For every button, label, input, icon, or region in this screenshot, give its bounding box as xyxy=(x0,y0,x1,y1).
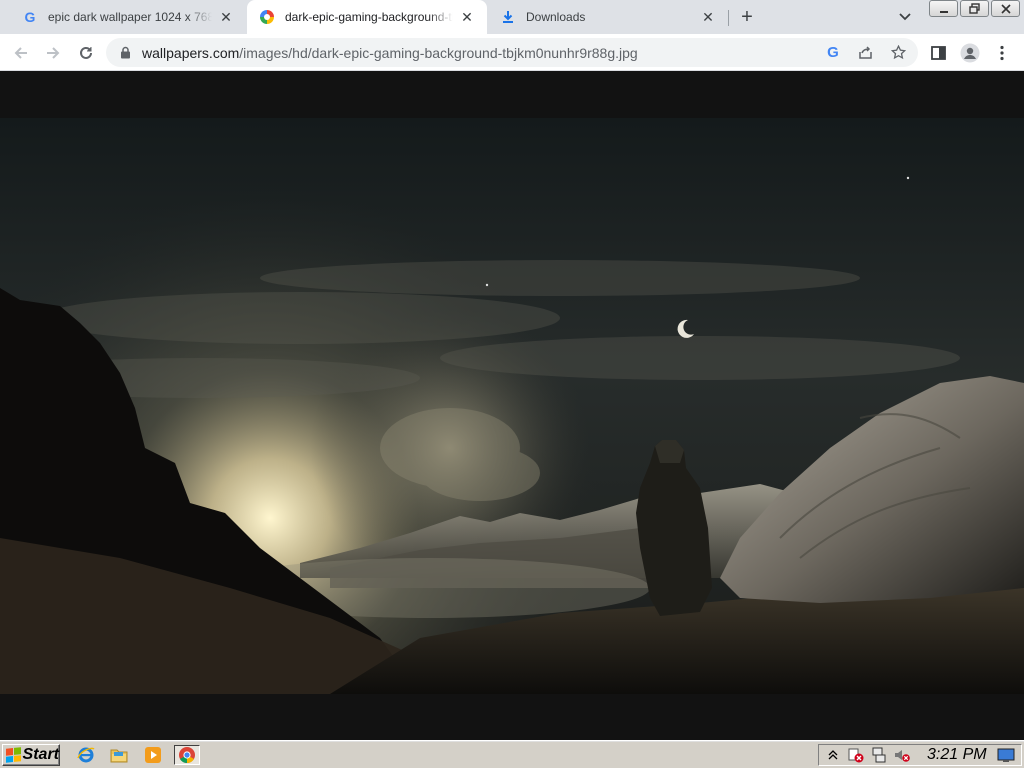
back-arrow-icon xyxy=(14,47,27,59)
kebab-menu-icon xyxy=(1000,45,1004,61)
chrome-icon xyxy=(179,747,195,764)
side-panel-icon xyxy=(930,46,946,60)
show-hidden-icons-arrow[interactable] xyxy=(824,746,842,764)
tab-search-chevron-icon[interactable] xyxy=(895,8,915,26)
minimize-button[interactable] xyxy=(929,0,958,17)
wallpaper-image[interactable] xyxy=(0,118,1024,694)
url-path: /images/hd/dark-epic-gaming-background-t… xyxy=(239,44,638,61)
start-label: Start xyxy=(22,746,59,763)
tab-wallpaper-image[interactable]: dark-epic-gaming-background-tbjkm ✕ xyxy=(247,0,487,34)
new-tab-button[interactable]: + xyxy=(736,6,758,28)
side-panel-button[interactable] xyxy=(925,40,951,66)
google-g-icon: G xyxy=(24,9,36,25)
tab-title: Downloads xyxy=(526,10,586,24)
start-button[interactable]: Start xyxy=(2,744,60,766)
close-tab-icon[interactable]: ✕ xyxy=(218,9,234,25)
close-tab-icon[interactable]: ✕ xyxy=(459,9,475,25)
dark-landscape-illustration xyxy=(0,118,1024,694)
chrome-taskbar-button[interactable] xyxy=(174,745,200,765)
address-bar[interactable]: wallpapers.com/images/hd/dark-epic-gamin… xyxy=(106,38,918,67)
page-viewport xyxy=(0,71,1024,740)
forward-button[interactable] xyxy=(40,40,66,66)
folder-icon[interactable] xyxy=(109,745,129,765)
tab-title: dark-epic-gaming-background-tbjkm xyxy=(285,10,453,24)
close-tab-icon[interactable]: ✕ xyxy=(700,9,716,25)
internet-explorer-icon[interactable] xyxy=(76,745,96,765)
bookmark-star-icon[interactable] xyxy=(887,41,909,63)
lock-icon[interactable] xyxy=(120,46,132,60)
tab-title: epic dark wallpaper 1024 x 768 - Go xyxy=(48,10,212,24)
system-tray: 3:21 PM xyxy=(818,744,1022,766)
show-desktop-icon[interactable] xyxy=(997,746,1015,764)
network-icon[interactable] xyxy=(870,746,888,764)
google-lens-g-icon[interactable]: G xyxy=(822,41,844,63)
media-player-icon[interactable] xyxy=(143,745,163,765)
window-controls xyxy=(929,0,1020,17)
close-window-button[interactable] xyxy=(991,0,1020,17)
tab-strip: G epic dark wallpaper 1024 x 768 - Go ✕ … xyxy=(0,0,1024,34)
back-button[interactable] xyxy=(8,40,34,66)
chrome-menu-button[interactable] xyxy=(989,40,1015,66)
share-icon[interactable] xyxy=(854,41,876,63)
tab-separator xyxy=(728,10,729,26)
reload-icon xyxy=(80,46,92,59)
windows-logo-icon xyxy=(6,747,21,763)
taskbar-clock[interactable]: 3:21 PM xyxy=(927,746,991,764)
image-loading-ring-icon xyxy=(259,9,275,25)
restore-button[interactable] xyxy=(960,0,989,17)
forward-arrow-icon xyxy=(47,47,60,59)
download-icon xyxy=(500,9,516,25)
reload-button[interactable] xyxy=(73,40,99,66)
url-text: wallpapers.com/images/hd/dark-epic-gamin… xyxy=(142,45,638,61)
tab-google-search[interactable]: G epic dark wallpaper 1024 x 768 - Go ✕ xyxy=(8,0,246,34)
url-host: wallpapers.com xyxy=(142,44,240,61)
volume-muted-icon[interactable] xyxy=(893,746,911,764)
profile-button[interactable] xyxy=(957,40,983,66)
profile-avatar-icon xyxy=(960,43,980,63)
tab-downloads[interactable]: Downloads ✕ xyxy=(488,0,728,34)
windows-taskbar: Start 3:21 PM xyxy=(0,740,1024,768)
network-error-icon[interactable] xyxy=(847,746,865,764)
browser-toolbar: wallpapers.com/images/hd/dark-epic-gamin… xyxy=(0,34,1024,71)
